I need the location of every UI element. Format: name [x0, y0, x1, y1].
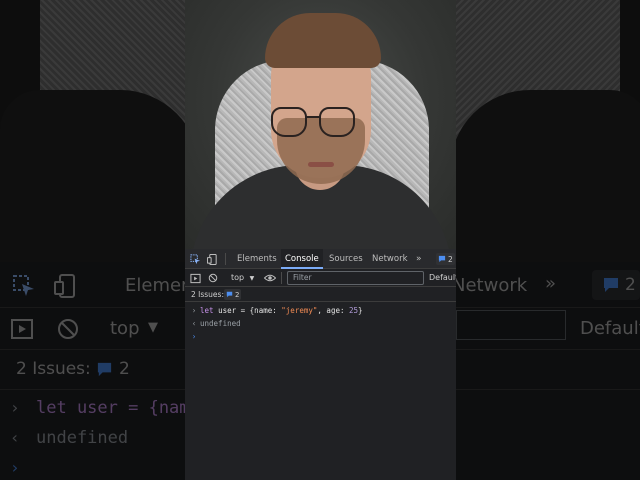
- clear-console-icon[interactable]: [207, 272, 219, 284]
- background-levels: Default: [580, 318, 640, 339]
- tab-network[interactable]: Network: [370, 249, 410, 269]
- background-shirt-right: [450, 90, 640, 262]
- background-filter: [456, 310, 566, 340]
- log-levels-dropdown[interactable]: Default: [429, 269, 456, 287]
- messages-badge-count: 2: [448, 254, 453, 264]
- background-device-icon: [54, 274, 75, 298]
- prompt-chevron-icon: ›: [191, 332, 197, 341]
- background-clear-icon: [58, 319, 78, 339]
- inspect-element-icon[interactable]: [189, 253, 201, 265]
- more-tabs-icon[interactable]: »: [414, 249, 424, 269]
- glasses-lens-right: [319, 107, 355, 137]
- background-tab-network: Network: [452, 275, 528, 296]
- result-arrow-icon: ‹: [191, 319, 197, 328]
- background-more-tabs-icon: »: [545, 273, 557, 294]
- console-toolbar: top ▼ Filter Default: [185, 269, 456, 287]
- background-result-arrow-icon: ‹: [10, 428, 20, 447]
- tab-console[interactable]: Console: [281, 249, 323, 269]
- background-message-icon: [604, 278, 618, 292]
- issues-count: 2: [235, 290, 240, 299]
- live-expression-eye-icon[interactable]: [264, 272, 276, 284]
- glasses-bridge: [306, 116, 320, 118]
- background-input-line: let user = {nam: [36, 398, 190, 418]
- code-object-close: }: [358, 306, 363, 315]
- toolbar-separator: [281, 272, 282, 284]
- devtools: Elements Console Sources Network » 2 top…: [185, 249, 456, 480]
- console-input-code: let user = {name: "jeremy", age: 25}: [200, 304, 363, 317]
- background-sidebar-icon: [11, 319, 33, 339]
- person-mouth: [308, 162, 334, 167]
- background-shirt-left: [0, 90, 200, 262]
- background-tab-elements: Elemen: [125, 275, 193, 296]
- code-age-value: 25: [349, 306, 359, 315]
- tab-separator: [225, 253, 226, 265]
- chevron-down-icon: ▼: [249, 275, 255, 282]
- glasses-lens-left: [271, 107, 307, 137]
- code-variable: user: [218, 306, 237, 315]
- video-panel: Elements Console Sources Network » 2 top…: [185, 0, 456, 480]
- code-object-open: {name:: [249, 306, 277, 315]
- code-name-value: "jeremy": [281, 306, 318, 315]
- code-keyword: let: [200, 306, 214, 315]
- background-context: top: [110, 318, 140, 339]
- issues-badge[interactable]: 2: [224, 289, 242, 300]
- webcam-feed: [185, 0, 456, 249]
- background-issues-icon: [97, 362, 112, 377]
- filter-placeholder: Filter: [293, 273, 312, 282]
- console-result-line: ‹ undefined: [185, 317, 456, 330]
- tab-elements[interactable]: Elements: [235, 249, 279, 269]
- tab-sources[interactable]: Sources: [327, 249, 365, 269]
- background-issues-count: 2: [119, 359, 130, 379]
- messages-badge[interactable]: 2: [436, 253, 455, 265]
- console-input-line: › let user = {name: "jeremy", age: 25}: [185, 304, 456, 317]
- person-hair: [265, 13, 381, 68]
- issues-message-icon: [226, 291, 233, 298]
- background-input-chevron-icon: ›: [10, 398, 20, 417]
- context-selector[interactable]: top ▼: [231, 269, 254, 287]
- devtools-tabbar: Elements Console Sources Network » 2: [185, 249, 456, 269]
- background-badge-count: 2: [625, 275, 636, 295]
- issues-label: 2 Issues:: [191, 290, 224, 299]
- issues-bar: 2 Issues: 2: [185, 287, 456, 302]
- code-operator: =: [240, 306, 246, 315]
- filter-input[interactable]: Filter: [287, 271, 424, 285]
- input-chevron-icon: ›: [191, 306, 197, 315]
- message-icon: [438, 255, 446, 263]
- background-prompt-icon: ›: [10, 458, 20, 477]
- show-sidebar-icon[interactable]: [189, 272, 201, 284]
- background-inspect-icon: [13, 275, 34, 296]
- console-prompt-line[interactable]: ›: [185, 330, 456, 343]
- device-toolbar-icon[interactable]: [206, 253, 218, 265]
- background-message-badge: 2: [592, 270, 640, 300]
- context-selector-value: top: [231, 273, 245, 282]
- console-result: undefined: [200, 319, 241, 328]
- background-result-line: undefined: [36, 428, 129, 448]
- background-issues-label: 2 Issues:: [16, 359, 91, 379]
- background-context-arrow-icon: ▼: [148, 320, 158, 335]
- code-age-key: , age:: [317, 306, 345, 315]
